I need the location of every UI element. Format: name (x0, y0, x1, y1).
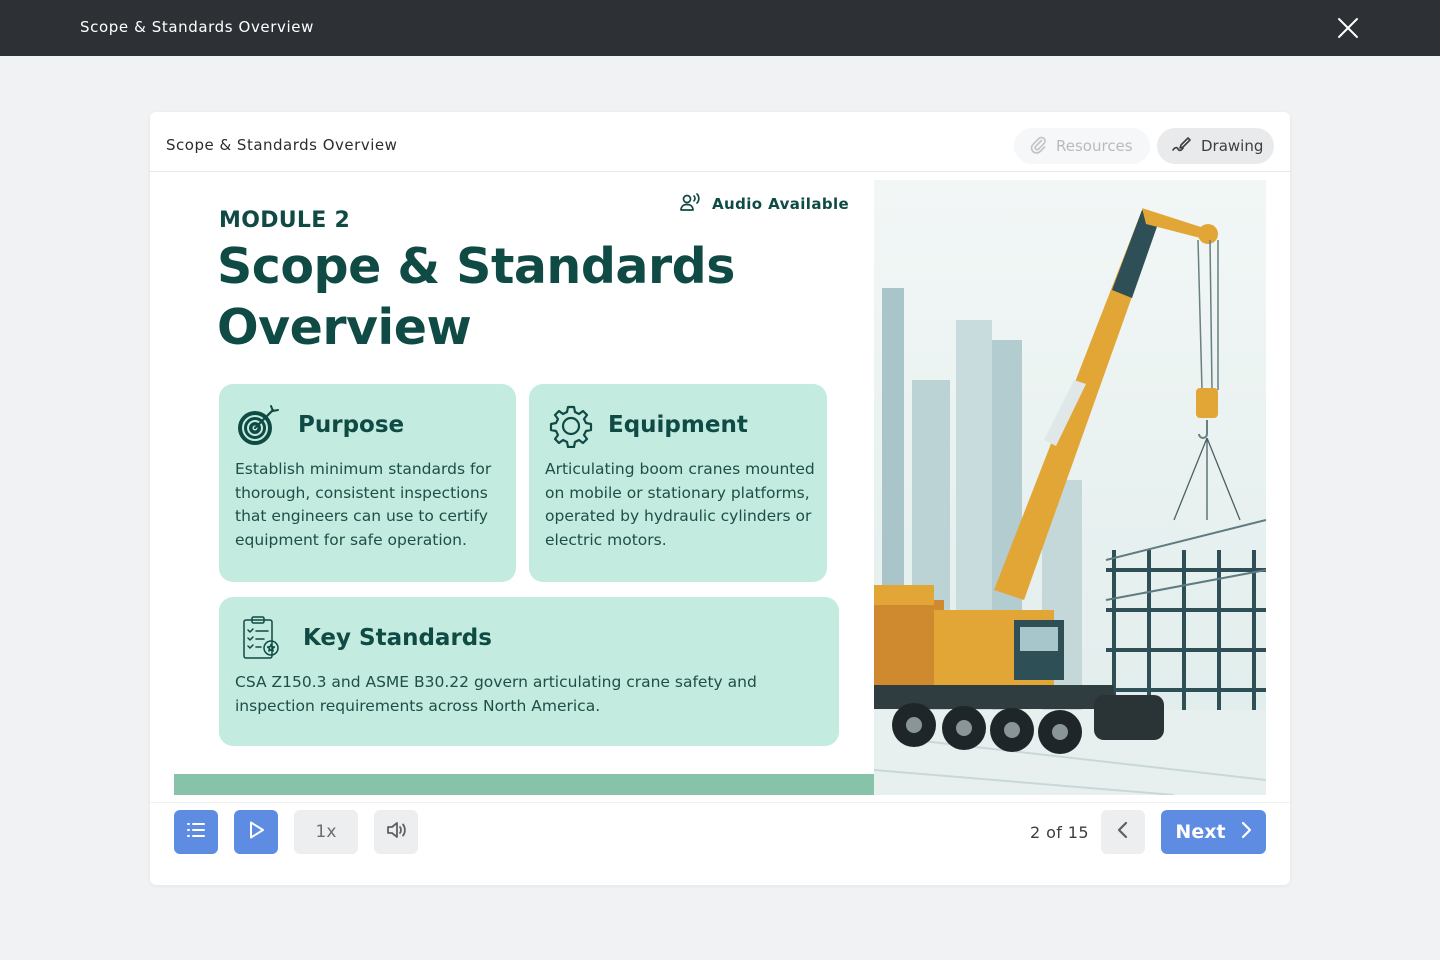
paperclip-icon (1028, 134, 1048, 158)
chevron-right-icon (1240, 821, 1252, 844)
volume-icon (385, 820, 407, 845)
player-controls: 1x 2 of 15 Next (150, 802, 1290, 885)
play-icon (246, 820, 266, 845)
speaking-person-icon (680, 192, 702, 216)
resources-label: Resources (1056, 137, 1133, 155)
pen-scribble-icon (1171, 134, 1193, 158)
resources-button[interactable]: Resources (1014, 128, 1150, 164)
list-icon (186, 822, 206, 843)
play-button[interactable] (234, 810, 278, 854)
equipment-title: Equipment (608, 412, 748, 438)
drawing-button[interactable]: Drawing (1157, 128, 1274, 164)
key-standards-body: CSA Z150.3 and ASME B30.22 govern articu… (235, 673, 757, 715)
card-header: Scope & Standards Overview Resources Dra… (150, 112, 1290, 172)
volume-button[interactable] (374, 810, 418, 854)
lesson-title: Scope & Standards Overview (166, 136, 398, 154)
gear-icon (549, 404, 593, 453)
slide-accent-bar (174, 774, 874, 795)
purpose-card: Purpose Establish minimum standards for … (219, 384, 516, 582)
target-icon (235, 404, 281, 453)
equipment-card: Equipment Articulating boom cranes mount… (529, 384, 827, 582)
key-standards-card: Key Standards CSA Z150.3 and ASME B30.22… (219, 597, 839, 746)
crane-illustration (873, 180, 1266, 795)
next-label: Next (1175, 821, 1226, 843)
playback-speed-button[interactable]: 1x (294, 810, 358, 854)
chevron-left-icon (1116, 821, 1130, 844)
page-indicator: 2 of 15 (1030, 823, 1089, 842)
lesson-card: Scope & Standards Overview Resources Dra… (150, 112, 1290, 885)
purpose-body: Establish minimum standards for thorough… (235, 460, 492, 549)
window-title: Scope & Standards Overview (80, 18, 314, 36)
equipment-body: Articulating boom cranes mounted on mobi… (545, 460, 815, 549)
slide-title: Scope & Standards Overview (217, 238, 735, 356)
audio-available-label: Audio Available (712, 195, 850, 213)
audio-available-indicator: Audio Available (680, 192, 849, 216)
next-button[interactable]: Next (1161, 810, 1266, 854)
menu-button[interactable] (174, 810, 218, 854)
previous-button[interactable] (1101, 810, 1145, 854)
purpose-title: Purpose (298, 412, 405, 438)
checklist-certificate-icon (241, 615, 281, 666)
drawing-label: Drawing (1201, 137, 1264, 155)
slide-content: Audio Available MODULE 2 Scope & Standar… (174, 180, 1266, 795)
module-label: MODULE 2 (219, 208, 351, 233)
close-icon[interactable] (1334, 14, 1362, 42)
key-standards-title: Key Standards (303, 625, 492, 651)
top-bar: Scope & Standards Overview (0, 0, 1440, 56)
